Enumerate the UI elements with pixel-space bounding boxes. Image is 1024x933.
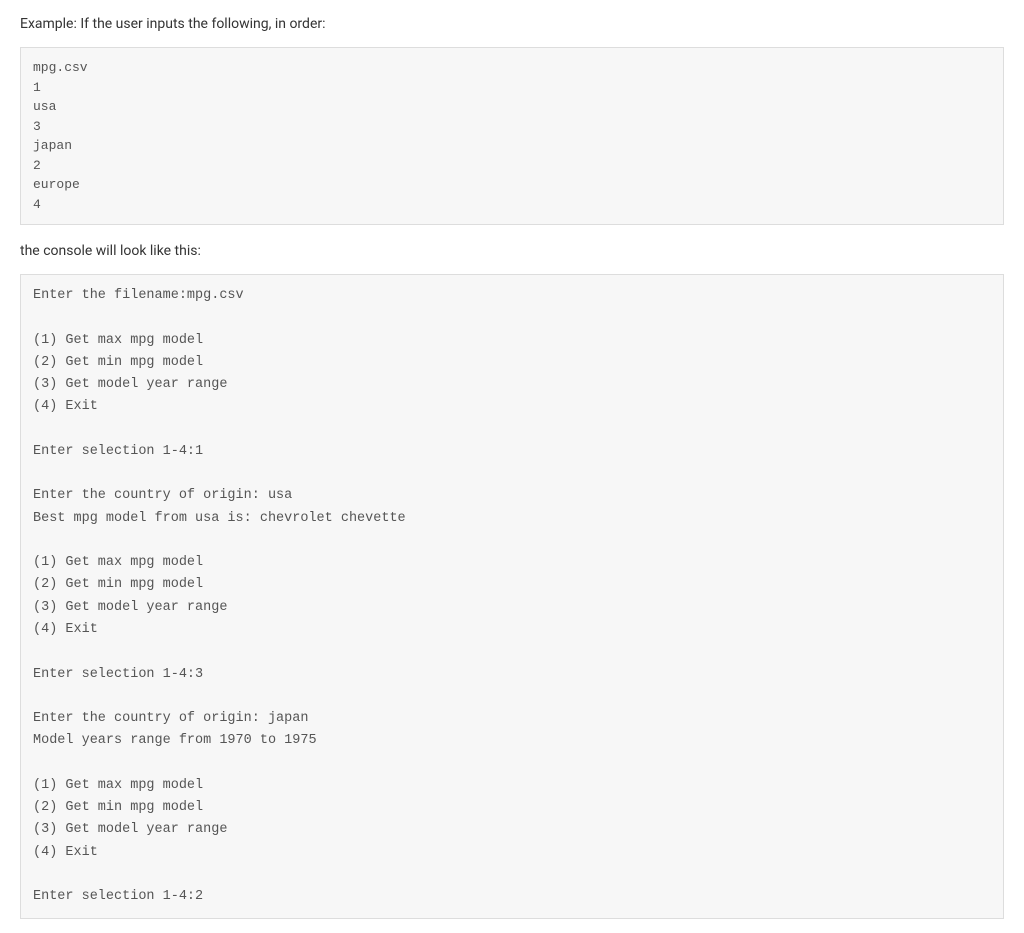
- console-intro-text: the console will look like this:: [20, 241, 1004, 262]
- user-input-code-block: mpg.csv 1 usa 3 japan 2 europe 4: [20, 47, 1004, 225]
- console-output-block: Enter the filename:mpg.csv (1) Get max m…: [20, 274, 1004, 919]
- example-intro-text: Example: If the user inputs the followin…: [20, 14, 1004, 35]
